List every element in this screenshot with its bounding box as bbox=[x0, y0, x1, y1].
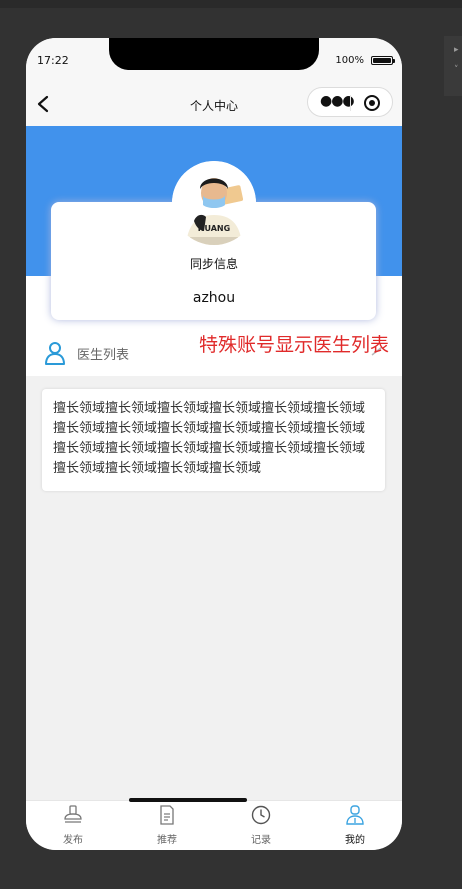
editor-top-strip bbox=[0, 0, 462, 8]
tab-label: 推荐 bbox=[157, 835, 177, 846]
battery-icon bbox=[371, 56, 395, 65]
battery-percent: 100% bbox=[335, 55, 364, 66]
side-panel-toggle[interactable]: ▸ ˅ bbox=[444, 36, 462, 96]
chevron-down-icon: ˅ bbox=[454, 65, 459, 75]
device-notch bbox=[109, 38, 319, 70]
tab-bar: 发布 推荐 记录 我的 bbox=[26, 800, 402, 850]
tab-publish[interactable]: 发布 bbox=[26, 801, 120, 850]
more-menu-icon[interactable]: ●●● bbox=[320, 94, 355, 108]
annotation-note: 特殊账号显示医生列表 bbox=[199, 334, 390, 356]
nav-bar: 个人中心 ●●● bbox=[26, 82, 402, 126]
tab-records[interactable]: 记录 bbox=[214, 801, 308, 850]
tab-label: 我的 bbox=[345, 835, 365, 846]
tab-label: 发布 bbox=[63, 835, 83, 846]
tab-mine[interactable]: 我的 bbox=[308, 801, 402, 850]
home-indicator bbox=[129, 798, 247, 802]
status-time: 17:22 bbox=[37, 54, 69, 67]
username: azhou bbox=[192, 290, 236, 306]
doctor-list-label: 医生列表 bbox=[77, 348, 130, 363]
tab-label: 记录 bbox=[251, 835, 271, 846]
phone-frame: 17:22 100% 个人中心 ●●● HUANG 同步信息 azhou 医生列… bbox=[26, 38, 402, 850]
avatar-shirt-text: HUANG bbox=[198, 224, 230, 233]
document-icon bbox=[160, 805, 174, 825]
tab-recommend[interactable]: 推荐 bbox=[120, 801, 214, 850]
mini-program-capsule: ●●● bbox=[307, 87, 393, 117]
doctor-icon bbox=[346, 805, 364, 825]
close-target-icon[interactable] bbox=[364, 95, 380, 111]
avatar[interactable]: HUANG bbox=[172, 161, 256, 245]
user-icon bbox=[45, 342, 65, 365]
avatar-illustration: HUANG bbox=[172, 161, 256, 245]
expand-icon: ▸ bbox=[454, 45, 459, 55]
publish-icon bbox=[64, 805, 82, 823]
clock-icon bbox=[251, 805, 271, 825]
capsule-divider bbox=[350, 95, 351, 111]
specialty-card: 擅长领域擅长领域擅长领域擅长领域擅长领域擅长领域擅长领域擅长领域擅长领域擅长领域… bbox=[42, 389, 385, 491]
sync-info-button[interactable]: 同步信息 bbox=[26, 255, 402, 272]
